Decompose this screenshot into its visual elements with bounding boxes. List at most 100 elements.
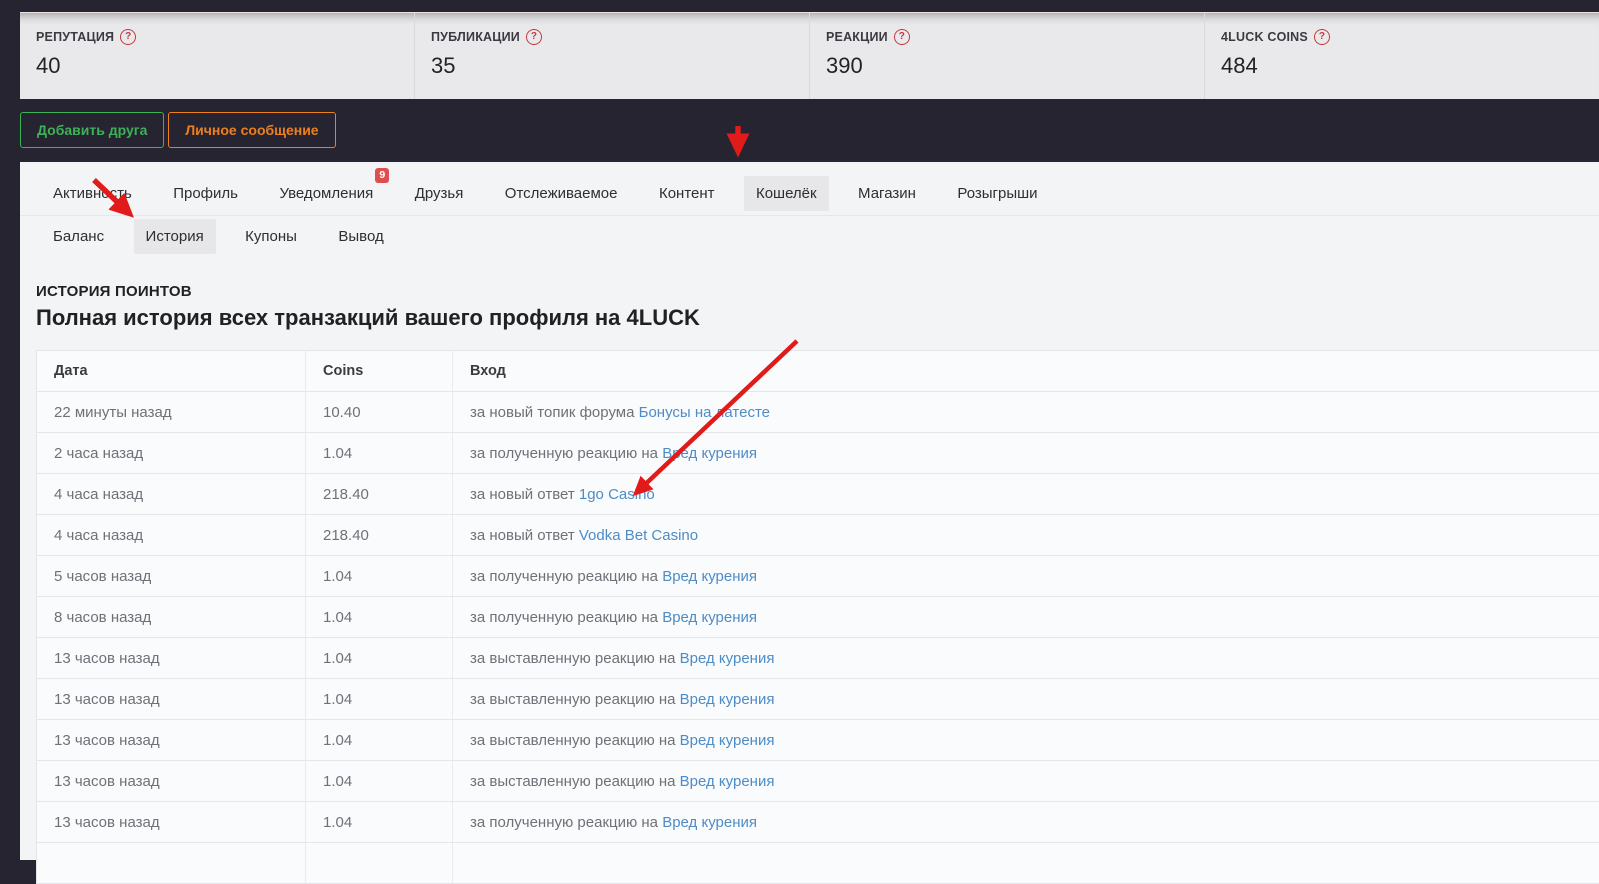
- cell-date: 13 часов назад: [37, 761, 306, 802]
- cell-date: 8 часов назад: [37, 597, 306, 638]
- history-heading: ИСТОРИЯ ПОИНТОВ Полная история всех тран…: [36, 283, 1599, 331]
- cell-entry: за выставленную реакцию на Вред курения: [453, 720, 1599, 761]
- entry-link[interactable]: Вред курения: [680, 650, 775, 667]
- cell-date: 13 часов назад: [37, 679, 306, 720]
- cell-entry: за полученную реакцию на Вред курения: [453, 433, 1599, 474]
- table-row: 8 часов назад 1.04 за полученную реакцию…: [37, 597, 1599, 638]
- main-tab[interactable]: Розыгрыши: [945, 176, 1049, 211]
- add-friend-button[interactable]: Добавить друга: [20, 112, 164, 148]
- question-circle-icon[interactable]: ?: [894, 29, 910, 45]
- table-row: 13 часов назад 1.04 за выставленную реак…: [37, 679, 1599, 720]
- cell-date: 13 часов назад: [37, 802, 306, 843]
- main-tab-label: Контент: [659, 185, 715, 202]
- cell-entry: за полученную реакцию на Вред курения: [453, 597, 1599, 638]
- entry-text: за выставленную реакцию на: [470, 732, 680, 749]
- cell-coins: 1.04: [306, 433, 453, 474]
- cell-coins: 218.40: [306, 474, 453, 515]
- cell-coins: 218.40: [306, 515, 453, 556]
- entry-text: за полученную реакцию на: [470, 814, 662, 831]
- cell-date: 13 часов назад: [37, 720, 306, 761]
- entry-link[interactable]: Вред курения: [662, 609, 757, 626]
- profile-stats-band: РЕПУТАЦИЯ ? 40 ПУБЛИКАЦИИ ? 35 РЕАКЦИИ ?…: [20, 12, 1599, 99]
- cell-coins: 1.04: [306, 720, 453, 761]
- cell-coins: 1.04: [306, 638, 453, 679]
- points-history-table: Дата Coins Вход 22 минуты назад 10.40 за…: [36, 350, 1599, 884]
- main-tab[interactable]: Кошелёк: [744, 176, 829, 211]
- cell-coins: 10.40: [306, 392, 453, 433]
- entry-link[interactable]: Вред курения: [662, 445, 757, 462]
- page-title: Полная история всех транзакций вашего пр…: [36, 305, 1599, 331]
- section-kicker: ИСТОРИЯ ПОИНТОВ: [36, 283, 1599, 300]
- stat-card: 4LUCK COINS ? 484: [1205, 13, 1599, 99]
- cell-entry: за полученную реакцию на Вред курения: [453, 556, 1599, 597]
- entry-text: за полученную реакцию на: [470, 568, 662, 585]
- cell-coins: 1.04: [306, 761, 453, 802]
- main-tab[interactable]: Магазин: [846, 176, 928, 211]
- stat-value: 484: [1221, 53, 1583, 79]
- stat-card: РЕАКЦИИ ? 390: [810, 13, 1205, 99]
- sub-tab-label: Баланс: [53, 228, 104, 245]
- cell-date: 4 часа назад: [37, 474, 306, 515]
- content-panel: Активность Профиль Уведомления 9 Друзья …: [20, 162, 1599, 860]
- cell-date: 4 часа назад: [37, 515, 306, 556]
- entry-text: за полученную реакцию на: [470, 445, 662, 462]
- sub-tab-label: Купоны: [245, 228, 297, 245]
- entry-link[interactable]: Вред курения: [680, 691, 775, 708]
- private-message-button[interactable]: Личное сообщение: [168, 112, 335, 148]
- main-tab-label: Отслеживаемое: [505, 185, 618, 202]
- sub-tab[interactable]: Баланс: [41, 219, 116, 254]
- main-tab-label: Друзья: [415, 185, 464, 202]
- table-row: 22 минуты назад 10.40 за новый топик фор…: [37, 392, 1599, 433]
- main-tab-label: Магазин: [858, 185, 916, 202]
- entry-text: за выставленную реакцию на: [470, 773, 680, 790]
- main-tab[interactable]: Друзья: [403, 176, 476, 211]
- main-tab-label: Профиль: [173, 185, 238, 202]
- sub-tab[interactable]: История: [134, 219, 216, 254]
- entry-link[interactable]: Вред курения: [662, 814, 757, 831]
- stat-label: РЕАКЦИИ: [826, 30, 888, 44]
- entry-link[interactable]: Бонусы на латесте: [639, 404, 770, 421]
- column-header-coins: Coins: [306, 351, 453, 392]
- main-tab[interactable]: Активность: [41, 176, 144, 211]
- column-header-entry: Вход: [453, 351, 1599, 392]
- entry-link[interactable]: Вред курения: [680, 732, 775, 749]
- stat-card: ПУБЛИКАЦИИ ? 35: [415, 13, 810, 99]
- main-tab[interactable]: Профиль: [161, 176, 250, 211]
- entry-text: за полученную реакцию на: [470, 609, 662, 626]
- question-circle-icon[interactable]: ?: [526, 29, 542, 45]
- sub-tab-label: История: [146, 228, 204, 245]
- wallet-sub-tab-bar: Баланс История Купоны Вывод: [20, 216, 1599, 257]
- entry-link[interactable]: 1go Casino: [579, 486, 655, 503]
- cell-entry: за выставленную реакцию на Вред курения: [453, 761, 1599, 802]
- stat-label: 4LUCK COINS: [1221, 30, 1308, 44]
- sub-tab[interactable]: Купоны: [233, 219, 309, 254]
- main-tab[interactable]: Отслеживаемое: [493, 176, 630, 211]
- cell-entry: за выставленную реакцию на Вред курения: [453, 679, 1599, 720]
- cell-date: 5 часов назад: [37, 556, 306, 597]
- cell-coins: 1.04: [306, 802, 453, 843]
- cell-coins: 1.04: [306, 597, 453, 638]
- table-row-partial: [37, 843, 1599, 884]
- entry-link[interactable]: Вред курения: [662, 568, 757, 585]
- table-row: 2 часа назад 1.04 за полученную реакцию …: [37, 433, 1599, 474]
- main-tab[interactable]: Контент: [647, 176, 727, 211]
- question-circle-icon[interactable]: ?: [1314, 29, 1330, 45]
- cell-coins: 1.04: [306, 679, 453, 720]
- column-header-date: Дата: [37, 351, 306, 392]
- notification-count-badge: 9: [375, 168, 389, 183]
- table-row: 5 часов назад 1.04 за полученную реакцию…: [37, 556, 1599, 597]
- entry-text: за выставленную реакцию на: [470, 650, 680, 667]
- main-tab[interactable]: Уведомления 9: [267, 176, 385, 211]
- entry-text: за выставленную реакцию на: [470, 691, 680, 708]
- sub-tab[interactable]: Вывод: [326, 219, 395, 254]
- entry-link[interactable]: Vodka Bet Casino: [579, 527, 698, 544]
- stat-value: 35: [431, 53, 793, 79]
- cell-date: 22 минуты назад: [37, 392, 306, 433]
- cell-date: 13 часов назад: [37, 638, 306, 679]
- table-row: 13 часов назад 1.04 за полученную реакци…: [37, 802, 1599, 843]
- table-row: 13 часов назад 1.04 за выставленную реак…: [37, 638, 1599, 679]
- question-circle-icon[interactable]: ?: [120, 29, 136, 45]
- main-tab-label: Кошелёк: [756, 185, 817, 202]
- profile-actions: Добавить друга Личное сообщение: [20, 112, 336, 148]
- entry-link[interactable]: Вред курения: [680, 773, 775, 790]
